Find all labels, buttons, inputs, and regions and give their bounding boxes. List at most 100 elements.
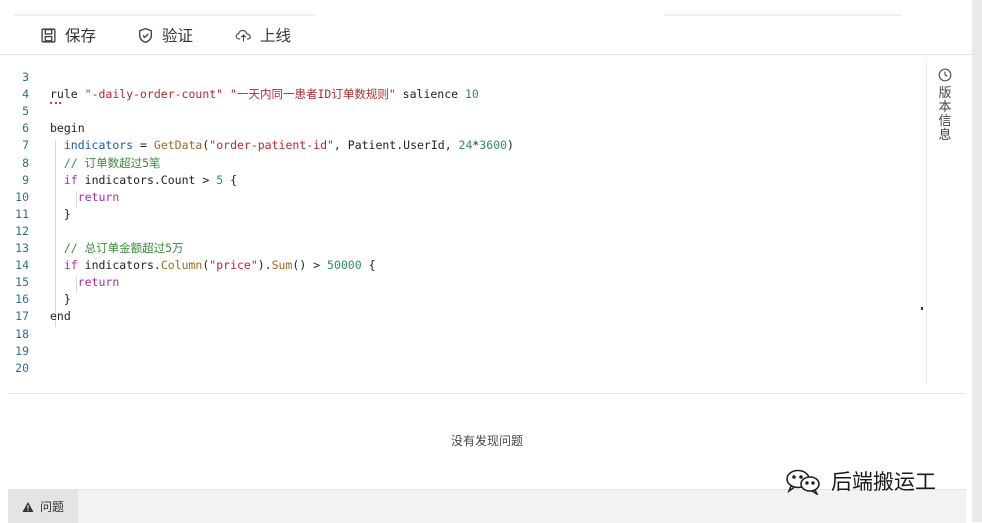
- validate-button[interactable]: 验证: [137, 24, 193, 46]
- code-text: // 总订单金额超过5万: [50, 240, 184, 257]
- code-line[interactable]: 18: [0, 326, 926, 343]
- code-line[interactable]: 20: [0, 360, 926, 377]
- code-token: // 订单数超过5笔: [63, 155, 161, 170]
- code-token: return: [77, 189, 120, 204]
- code-token: indicators.: [77, 258, 161, 273]
- line-number: 19: [15, 343, 29, 358]
- code-line[interactable]: 12: [0, 223, 926, 240]
- code-token: "price": [209, 258, 258, 273]
- code-token: () >: [292, 258, 328, 273]
- code-editor[interactable]: 3 4 rule "-daily-order-count" "一天内同一患者ID订单…: [0, 55, 926, 385]
- window-scrollbar[interactable]: [972, 0, 982, 522]
- line-number: 14: [15, 258, 29, 273]
- clock-icon: [938, 68, 952, 82]
- code-token: 24: [458, 138, 473, 153]
- code-token: {: [223, 172, 237, 187]
- code-token: "-daily-order-count": [84, 87, 224, 102]
- line-number: 3: [22, 70, 29, 84]
- line-number: 15: [15, 275, 29, 290]
- code-token: 3600: [479, 138, 508, 153]
- line-number: 18: [15, 326, 29, 341]
- code-token: salience: [395, 87, 465, 102]
- code-text: }: [50, 206, 71, 223]
- watermark: 后端搬运工: [783, 466, 936, 496]
- code-token: if: [63, 172, 78, 187]
- cloud-upload-icon: [235, 29, 251, 41]
- problems-tab[interactable]: 问题: [8, 490, 78, 523]
- code-token: 10: [465, 87, 479, 102]
- code-token: indicators.Count >: [77, 172, 217, 187]
- save-button[interactable]: 保存: [40, 24, 96, 46]
- code-text: }: [50, 291, 71, 308]
- code-line[interactable]: 4 rule "-daily-order-count" "一天内同一患者ID订单数…: [0, 86, 926, 103]
- code-token: return: [77, 275, 120, 290]
- code-line[interactable]: 11 }: [0, 206, 926, 223]
- save-button-label: 保存: [65, 27, 97, 45]
- code-text: if indicators.Column("price").Sum() > 50…: [50, 257, 376, 274]
- code-token: Sum: [271, 258, 293, 273]
- deploy-button-label: 上线: [260, 27, 292, 45]
- code-line[interactable]: 8 // 订单数超过5笔: [0, 155, 926, 172]
- code-token: =: [133, 138, 154, 153]
- save-icon: [41, 27, 56, 43]
- line-number: 5: [22, 104, 29, 119]
- problems-tab-label: 问题: [39, 500, 64, 514]
- code-text: // 订单数超过5笔: [50, 155, 161, 172]
- code-token: , Patient.UserId,: [333, 138, 459, 153]
- line-number: 12: [15, 223, 29, 238]
- code-line[interactable]: 9 if indicators.Count > 5 {: [0, 172, 926, 189]
- code-token: }: [50, 292, 71, 307]
- line-number: 17: [15, 309, 29, 324]
- shield-check-icon: [138, 27, 153, 43]
- code-text: return: [50, 189, 120, 206]
- warning-icon: [22, 501, 34, 512]
- line-number: 4: [22, 87, 29, 102]
- line-number: 8: [22, 155, 29, 170]
- code-token: Column: [160, 258, 203, 273]
- code-line[interactable]: 17 end: [0, 308, 926, 325]
- code-line[interactable]: 10 return: [0, 189, 926, 206]
- line-number: 16: [15, 292, 29, 307]
- code-token: if: [63, 258, 78, 273]
- code-line[interactable]: 14 if indicators.Column("price").Sum() >…: [0, 257, 926, 274]
- version-info-label: 版本信息: [938, 86, 952, 143]
- code-line[interactable]: 5: [0, 103, 926, 120]
- line-number: 10: [15, 189, 29, 204]
- editor-toolbar: 保存 验证 上线: [0, 16, 972, 55]
- code-text: end: [50, 308, 71, 325]
- code-line[interactable]: 3: [0, 69, 926, 86]
- code-line[interactable]: 15 return: [0, 274, 926, 291]
- code-token: begin: [50, 121, 85, 136]
- code-line[interactable]: 19: [0, 343, 926, 360]
- code-line[interactable]: 13 // 总订单金额超过5万: [0, 240, 926, 257]
- no-problems-message: 没有发现问题: [450, 434, 523, 448]
- code-line[interactable]: 7 indicators = GetData("order-patient-id…: [0, 137, 926, 154]
- validate-button-label: 验证: [162, 27, 194, 45]
- code-token: rule: [50, 87, 85, 102]
- code-line[interactable]: 16 }: [0, 291, 926, 308]
- code-text: begin: [50, 120, 85, 137]
- code-token: "一天内同一患者ID订单数规则": [230, 87, 396, 102]
- deploy-button[interactable]: 上线: [235, 24, 291, 46]
- code-token: "order-patient-id": [209, 138, 334, 153]
- wechat-icon: [786, 469, 820, 495]
- line-number: 13: [15, 241, 29, 255]
- line-number: 20: [15, 360, 29, 375]
- line-number: 7: [22, 138, 29, 153]
- line-number: 6: [22, 121, 29, 136]
- code-token: indicators: [63, 138, 134, 153]
- code-token: ).: [257, 258, 272, 273]
- version-info-panel[interactable]: 版本信息: [926, 60, 973, 384]
- code-token: {: [361, 258, 376, 273]
- code-text: return: [50, 274, 120, 291]
- watermark-text: 后端搬运工: [831, 470, 936, 494]
- code-token: GetData: [153, 138, 203, 153]
- line-number: 9: [22, 172, 29, 187]
- code-line[interactable]: 6 begin: [0, 120, 926, 137]
